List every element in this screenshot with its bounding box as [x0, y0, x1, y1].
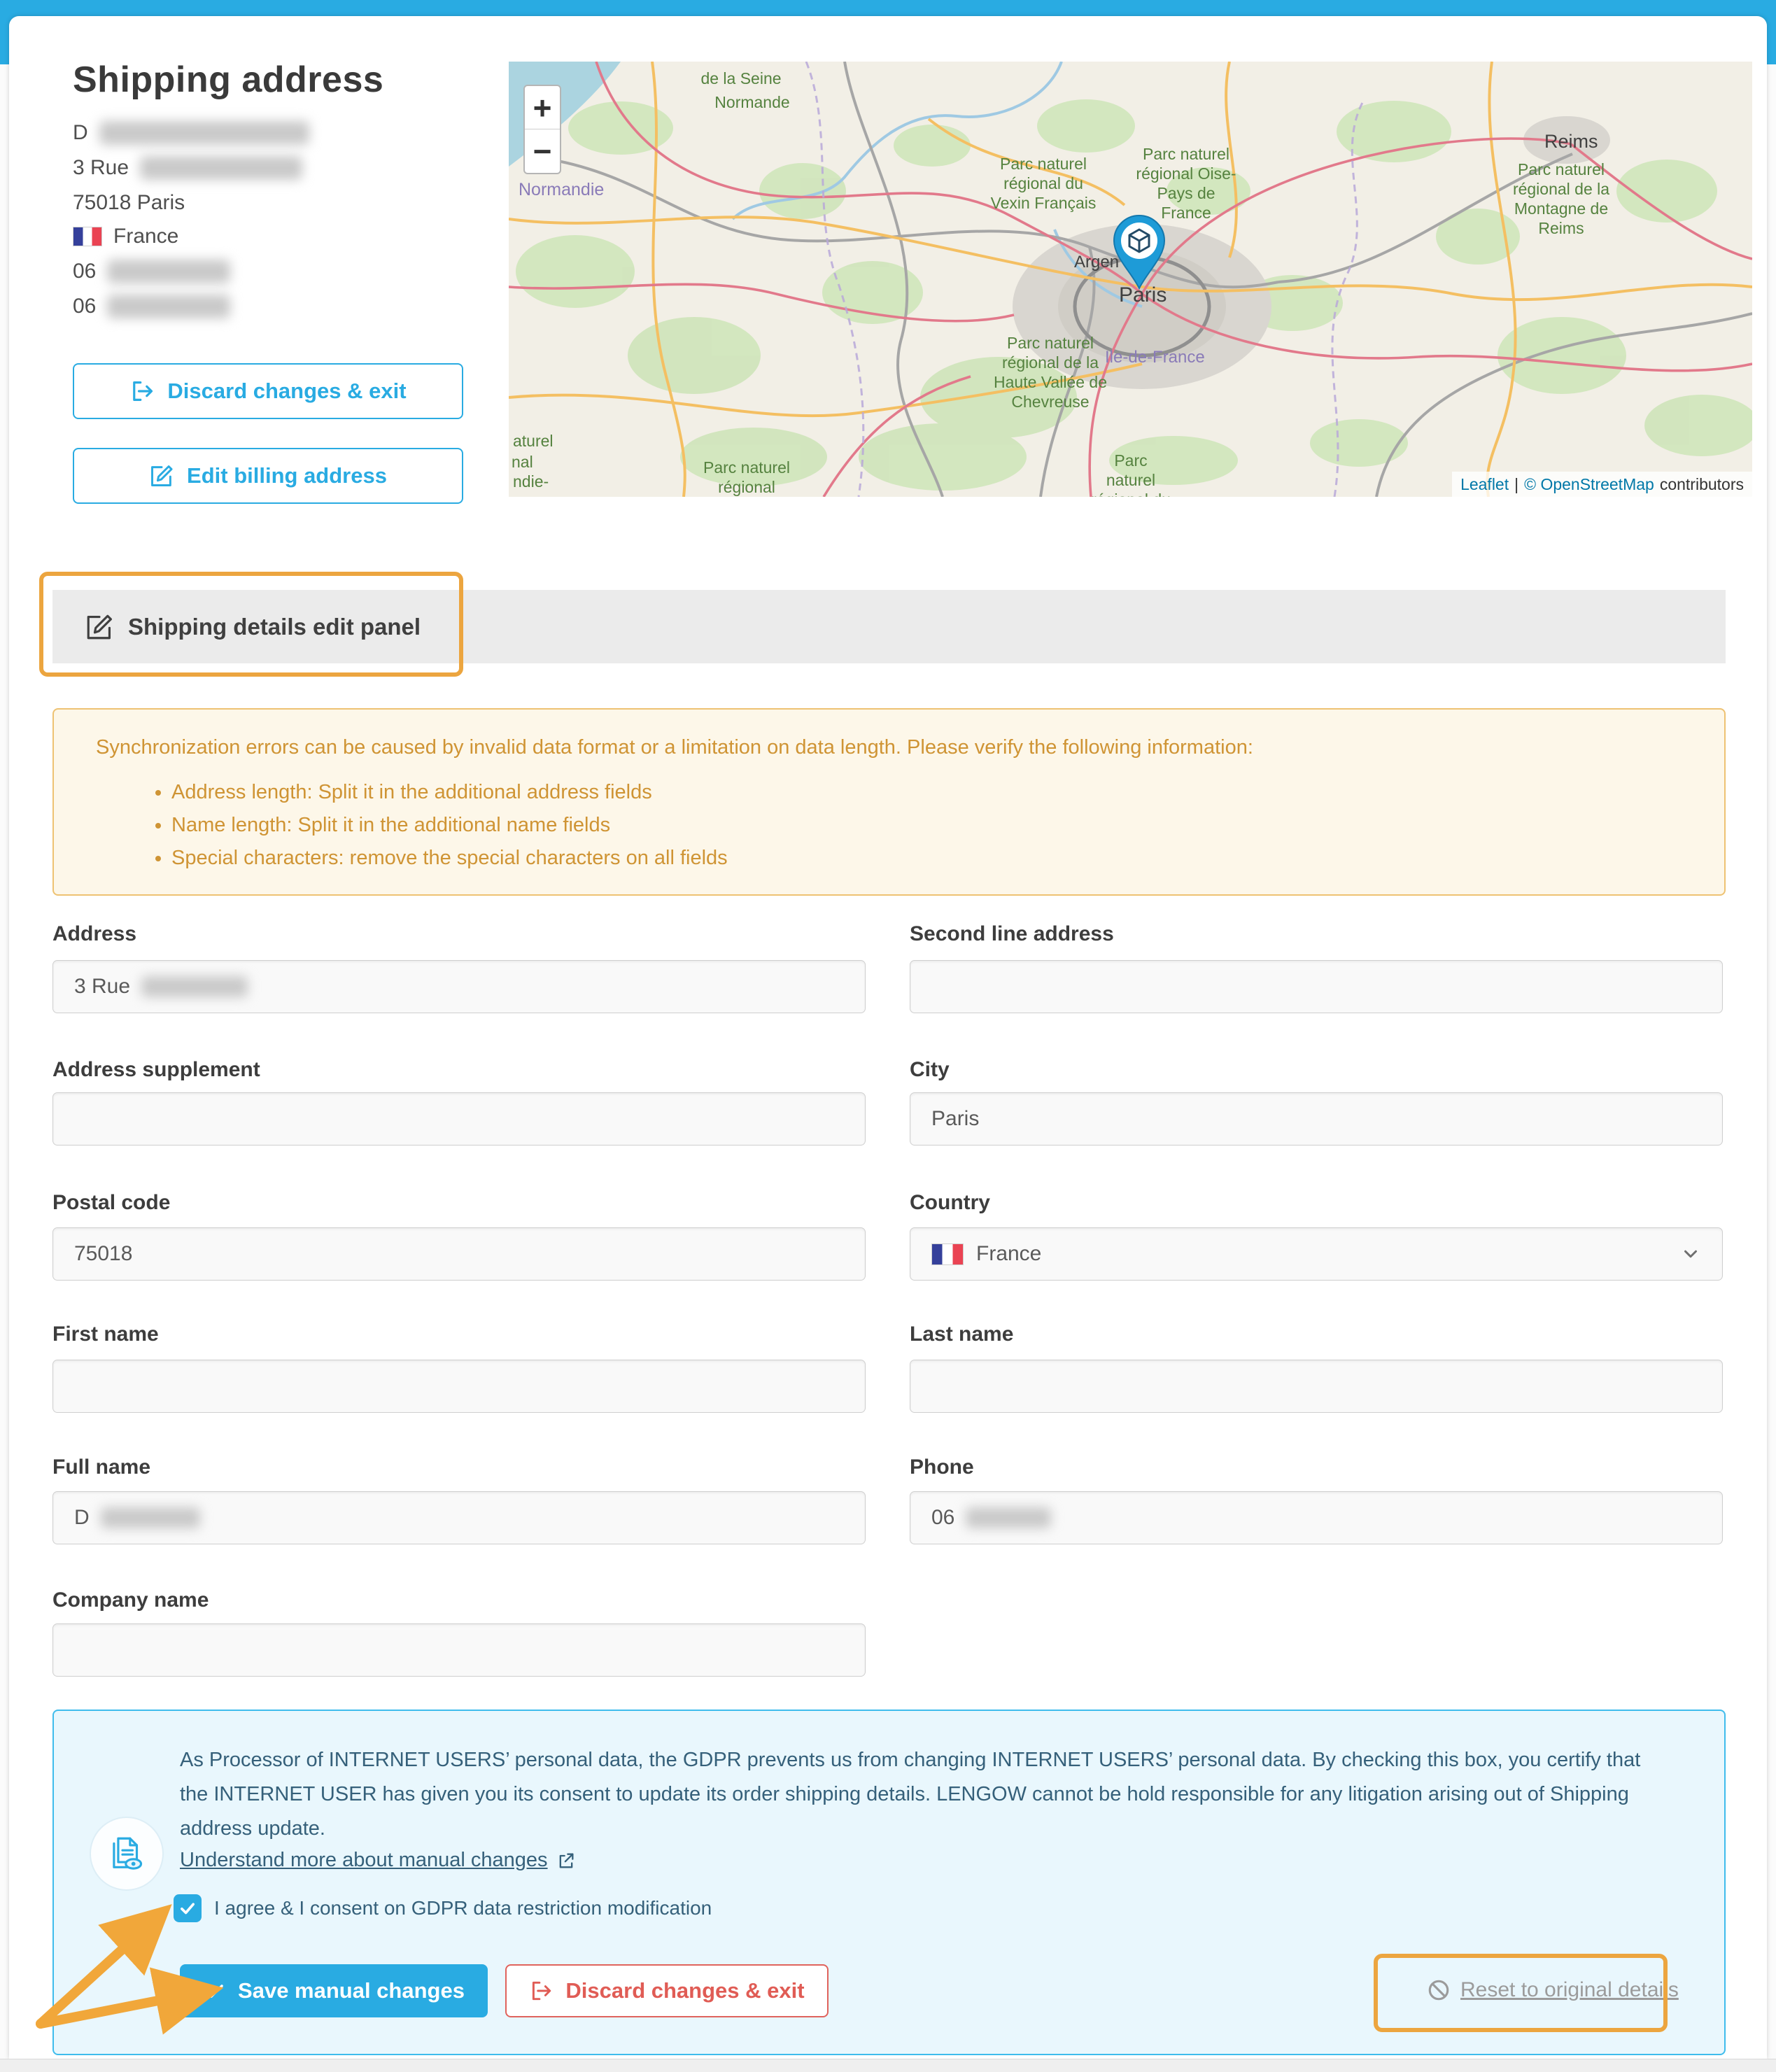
leaflet-link[interactable]: Leaflet	[1460, 475, 1509, 494]
page-title: Shipping address	[73, 59, 383, 101]
ban-icon	[1427, 1978, 1451, 2002]
last-name-label: Last name	[910, 1323, 1013, 1346]
france-flag-icon	[931, 1243, 964, 1265]
address-label: Address	[52, 922, 136, 946]
attribution-separator: |	[1514, 475, 1518, 494]
second-line-address-label: Second line address	[910, 922, 1114, 946]
address-supplement-label: Address supplement	[52, 1058, 260, 1082]
check-icon	[203, 1980, 225, 2002]
warning-intro: Synchronization errors can be caused by …	[96, 736, 1253, 759]
country-select[interactable]: France	[910, 1227, 1723, 1281]
full-name-input[interactable]: D	[52, 1491, 866, 1544]
summary-phone2-line: 06	[73, 293, 230, 320]
redacted-street	[140, 156, 302, 180]
zoom-in-button[interactable]: +	[525, 86, 560, 129]
map-marker-pin[interactable]	[1111, 213, 1167, 291]
last-name-input[interactable]	[910, 1360, 1723, 1413]
panel-title: Shipping details edit panel	[128, 614, 421, 640]
shipping-address-page: { "colors": { "accent_blue": "#29abe2", …	[0, 0, 1776, 2072]
page-bottom-strip	[0, 2059, 1776, 2072]
gdpr-paragraph: As Processor of INTERNET USERS’ personal…	[180, 1743, 1663, 1846]
summary-street-line: 3 Rue	[73, 154, 302, 182]
gdpr-consent-row: I agree & I consent on GDPR data restric…	[174, 1894, 712, 1922]
openstreetmap-link[interactable]: © OpenStreetMap	[1524, 475, 1654, 494]
city-label: City	[910, 1058, 950, 1082]
shipping-details-panel-header: Shipping details edit panel	[52, 590, 1726, 663]
city-input[interactable]: Paris	[910, 1092, 1723, 1146]
summary-city-line: 75018 Paris	[73, 189, 185, 217]
first-name-input[interactable]	[52, 1360, 866, 1413]
gdpr-checkbox-label: I agree & I consent on GDPR data restric…	[214, 1897, 712, 1919]
map-attribution: Leaflet | © OpenStreetMap contributors	[1452, 472, 1752, 497]
postal-code-label: Postal code	[52, 1191, 170, 1215]
chevron-down-icon	[1680, 1243, 1701, 1264]
edit-icon	[149, 463, 174, 488]
warning-bullet: Special characters: remove the special c…	[171, 847, 728, 870]
reset-to-original-link[interactable]: Reset to original details	[1427, 1978, 1679, 2002]
attribution-suffix: contributors	[1660, 475, 1744, 494]
sync-warning-box: Synchronization errors can be caused by …	[52, 708, 1726, 896]
redacted-name	[99, 121, 309, 145]
full-name-label: Full name	[52, 1456, 150, 1479]
edit-panel-icon	[85, 612, 114, 642]
postal-code-input[interactable]: 75018	[52, 1227, 866, 1281]
redacted-phone1	[107, 260, 230, 283]
zoom-out-button[interactable]: −	[525, 129, 560, 173]
phone-input[interactable]: 06	[910, 1491, 1723, 1544]
summary-name-line: D	[73, 119, 309, 147]
gdpr-consent-box: As Processor of INTERNET USERS’ personal…	[52, 1710, 1726, 2055]
edit-billing-address-button[interactable]: Edit billing address	[73, 448, 463, 504]
discard-changes-exit-button-top[interactable]: Discard changes & exit	[73, 363, 463, 419]
understand-more-link[interactable]: Understand more about manual changes	[180, 1849, 576, 1872]
redacted-phone	[966, 1507, 1051, 1528]
document-review-icon	[90, 1817, 164, 1891]
address-supplement-input[interactable]	[52, 1092, 866, 1146]
warning-bullet: Address length: Split it in the addition…	[171, 781, 728, 804]
company-name-input[interactable]	[52, 1623, 866, 1677]
company-name-label: Company name	[52, 1588, 209, 1612]
second-line-address-input[interactable]	[910, 960, 1723, 1013]
redacted-address-value	[141, 976, 248, 997]
map-zoom-control: + −	[523, 85, 561, 174]
first-name-label: First name	[52, 1323, 159, 1346]
discard-changes-exit-button-bottom[interactable]: Discard changes & exit	[505, 1964, 829, 2017]
save-manual-changes-button[interactable]: Save manual changes	[180, 1964, 488, 2017]
address-input[interactable]: 3 Rue	[52, 960, 866, 1013]
summary-country-line: France	[73, 223, 178, 251]
leaflet-map[interactable]: de la Seine Normande Normandie Parc natu…	[509, 62, 1752, 497]
phone-label: Phone	[910, 1456, 974, 1479]
france-flag-icon	[73, 227, 102, 246]
logout-icon	[529, 1979, 553, 2003]
gdpr-consent-checkbox[interactable]	[174, 1894, 202, 1922]
warning-bullet: Name length: Split it in the additional …	[171, 814, 728, 837]
country-label: Country	[910, 1191, 990, 1215]
external-link-icon	[556, 1851, 576, 1870]
summary-phone1-line: 06	[73, 258, 230, 286]
redacted-full-name	[101, 1507, 200, 1528]
logout-icon	[129, 379, 155, 404]
redacted-phone2	[107, 295, 230, 318]
